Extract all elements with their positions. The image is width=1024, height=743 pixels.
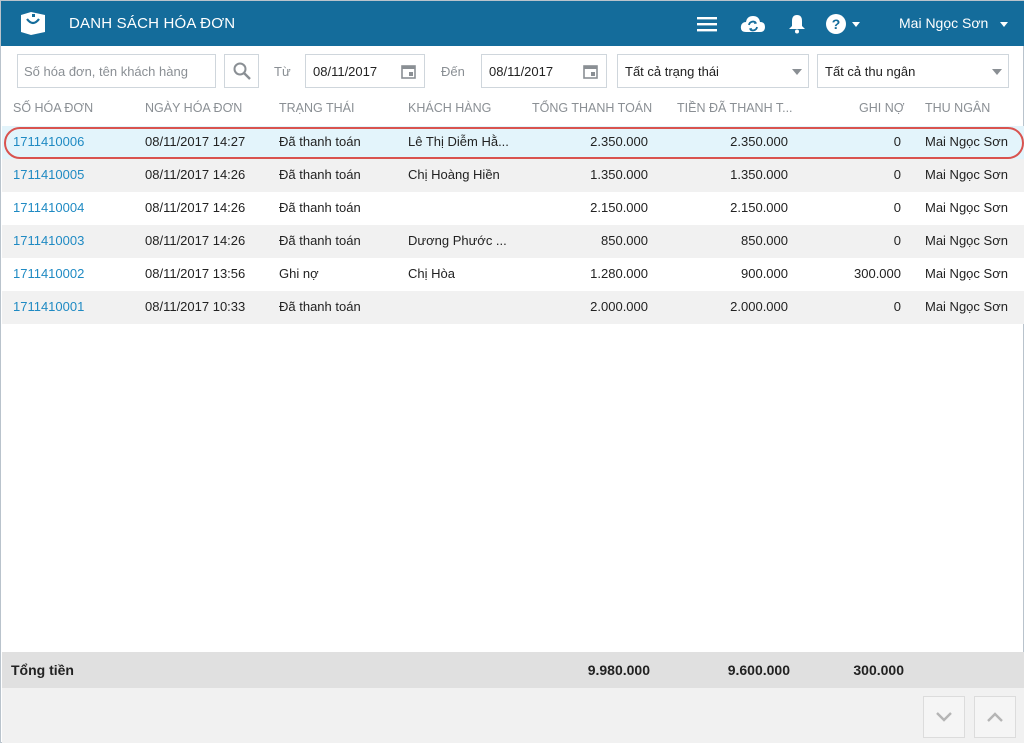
paid-amount: 2.000.000	[730, 299, 788, 314]
search-icon	[233, 62, 251, 80]
customer-name: Chị Hòa	[408, 266, 455, 281]
debt-amount: 0	[893, 167, 901, 182]
help-icon[interactable]: ?	[824, 11, 862, 37]
totals-paid-amount: 9.600.000	[727, 662, 790, 678]
total-amount: 2.150.000	[590, 200, 648, 215]
paid-amount: 1.350.000	[730, 167, 788, 182]
scroll-down-button[interactable]	[923, 696, 965, 738]
table-row[interactable]: 1711410001 08/11/2017 10:33 Đã thanh toá…	[2, 291, 1024, 324]
cashier-select[interactable]: Tất cả thu ngân	[817, 54, 1009, 88]
to-date-label: Đến	[441, 64, 465, 79]
totals-row: Tổng tiền 9.980.000 9.600.000 300.000	[2, 652, 1024, 688]
debt-amount: 0	[893, 134, 901, 149]
total-amount: 850.000	[601, 233, 648, 248]
invoice-date: 08/11/2017 14:26	[145, 233, 246, 248]
col-header-invoice[interactable]: SỐ HÓA ĐƠN	[13, 101, 93, 115]
invoice-date: 08/11/2017 13:56	[145, 266, 246, 281]
debt-amount: 300.000	[854, 266, 901, 281]
debt-amount: 0	[893, 200, 901, 215]
table-row[interactable]: 1711410003 08/11/2017 14:26 Đã thanh toá…	[2, 225, 1024, 258]
app-header: DANH SÁCH HÓA ĐƠN ? Mai Ngọc Sơn	[1, 1, 1024, 46]
from-date-field[interactable]: 08/11/2017	[305, 54, 425, 88]
cashier-name: Mai Ngọc Sơn	[925, 299, 1008, 314]
invoice-date: 08/11/2017 14:26	[145, 167, 246, 182]
debt-amount: 0	[893, 299, 901, 314]
totals-total-amount: 9.980.000	[587, 662, 650, 678]
chevron-up-icon	[987, 712, 1003, 722]
invoice-number-link[interactable]: 1711410004	[13, 200, 84, 215]
table-row[interactable]: 1711410004 08/11/2017 14:26 Đã thanh toá…	[2, 192, 1024, 225]
status-select-value: Tất cả trạng thái	[625, 64, 719, 79]
search-input[interactable]	[18, 55, 215, 87]
search-button[interactable]	[224, 54, 259, 88]
paid-amount: 2.350.000	[730, 134, 788, 149]
totals-label: Tổng tiền	[11, 662, 74, 678]
chevron-down-icon[interactable]	[1000, 22, 1008, 27]
col-header-cashier[interactable]: THU NGÂN	[925, 101, 990, 115]
menu-icon[interactable]	[694, 11, 720, 37]
cashier-name: Mai Ngọc Sơn	[925, 134, 1008, 149]
cashier-name: Mai Ngọc Sơn	[925, 266, 1008, 281]
cloud-sync-icon[interactable]	[739, 11, 767, 37]
calendar-icon[interactable]	[401, 64, 416, 79]
table-row[interactable]: 1711410006 08/11/2017 14:27 Đã thanh toá…	[2, 126, 1024, 159]
total-amount: 1.280.000	[590, 266, 648, 281]
status-select[interactable]: Tất cả trạng thái	[617, 54, 809, 88]
app-window: DANH SÁCH HÓA ĐƠN ? Mai Ngọc Sơn Số hóa …	[0, 0, 1024, 743]
chevron-down-icon	[992, 69, 1002, 75]
table-row[interactable]: 1711410002 08/11/2017 13:56 Ghi nợ Chị H…	[2, 258, 1024, 291]
col-header-debt[interactable]: GHI NỢ	[859, 101, 904, 115]
scroll-up-button[interactable]	[974, 696, 1016, 738]
invoice-number-link[interactable]: 1711410005	[13, 167, 84, 182]
total-amount: 2.350.000	[590, 134, 648, 149]
cashier-name: Mai Ngọc Sơn	[925, 200, 1008, 215]
customer-name: Chị Hoàng Hiền	[408, 167, 500, 182]
invoice-status: Đã thanh toán	[279, 200, 361, 215]
cashier-select-value: Tất cả thu ngân	[825, 64, 916, 79]
page-title: DANH SÁCH HÓA ĐƠN	[69, 15, 236, 32]
paid-amount: 850.000	[741, 233, 788, 248]
bottom-toolbar	[2, 688, 1024, 743]
from-date-value: 08/11/2017	[313, 64, 378, 79]
to-date-value: 08/11/2017	[489, 64, 554, 79]
search-field[interactable]	[17, 54, 216, 88]
chevron-down-icon	[936, 712, 952, 722]
paid-amount: 2.150.000	[730, 200, 788, 215]
col-header-date[interactable]: NGÀY HÓA ĐƠN	[145, 101, 242, 115]
col-header-status[interactable]: TRẠNG THÁI	[279, 101, 354, 115]
invoice-date: 08/11/2017 14:27	[145, 134, 246, 149]
col-header-customer[interactable]: KHÁCH HÀNG	[408, 101, 491, 115]
customer-name: Dương Phước ...	[408, 233, 507, 248]
invoice-number-link[interactable]: 1711410003	[13, 233, 84, 248]
total-amount: 2.000.000	[590, 299, 648, 314]
invoice-number-link[interactable]: 1711410001	[13, 299, 84, 314]
invoice-date: 08/11/2017 14:26	[145, 200, 246, 215]
col-header-total[interactable]: TỔNG THANH TOÁN	[532, 101, 652, 115]
user-menu[interactable]: Mai Ngọc Sơn	[899, 15, 988, 31]
invoice-status: Đã thanh toán	[279, 299, 361, 314]
invoice-date: 08/11/2017 10:33	[145, 299, 246, 314]
invoice-status: Đã thanh toán	[279, 134, 361, 149]
cashier-name: Mai Ngọc Sơn	[925, 167, 1008, 182]
to-date-field[interactable]: 08/11/2017	[481, 54, 607, 88]
bell-icon[interactable]	[784, 11, 810, 37]
invoice-number-link[interactable]: 1711410006	[13, 134, 84, 149]
invoice-status: Đã thanh toán	[279, 167, 361, 182]
totals-debt-amount: 300.000	[853, 662, 904, 678]
cashier-name: Mai Ngọc Sơn	[925, 233, 1008, 248]
table-row[interactable]: 1711410005 08/11/2017 14:26 Đã thanh toá…	[2, 159, 1024, 192]
invoice-status: Đã thanh toán	[279, 233, 361, 248]
invoice-number-link[interactable]: 1711410002	[13, 266, 84, 281]
total-amount: 1.350.000	[590, 167, 648, 182]
debt-amount: 0	[893, 233, 901, 248]
col-header-paid[interactable]: TIỀN ĐÃ THANH T...	[677, 101, 793, 115]
from-date-label: Từ	[274, 64, 291, 79]
invoice-status: Ghi nợ	[279, 266, 319, 281]
chevron-down-icon	[792, 69, 802, 75]
store-logo-icon	[18, 10, 48, 37]
paid-amount: 900.000	[741, 266, 788, 281]
calendar-icon[interactable]	[583, 64, 598, 79]
svg-text:?: ?	[832, 16, 841, 32]
customer-name: Lê Thị Diễm Hằ...	[408, 134, 509, 149]
